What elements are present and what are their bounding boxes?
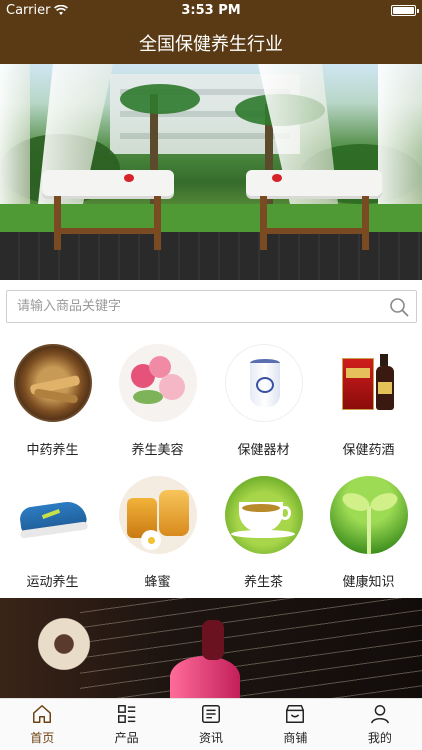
category-knowledge[interactable]: 健康知识 <box>316 476 421 590</box>
category-label: 养生茶 <box>243 575 283 590</box>
tab-label: 资讯 <box>199 731 224 745</box>
curtain-left <box>0 64 30 204</box>
category-beauty[interactable]: 养生美容 <box>105 344 210 458</box>
flower-beauty-image <box>118 344 197 422</box>
promo-banner[interactable] <box>0 598 422 698</box>
massage-bed-left <box>42 170 174 250</box>
tab-label: 我的 <box>367 731 392 745</box>
tea-cup-image <box>224 476 303 554</box>
search-input[interactable] <box>7 291 382 322</box>
guzheng-strings <box>80 598 422 698</box>
tab-news[interactable]: 资讯 <box>169 699 253 750</box>
tab-bar: 首页 产品 资讯 商铺 我的 <box>0 698 422 750</box>
pink-figure <box>170 656 240 698</box>
category-honey[interactable]: 蜂蜜 <box>105 476 210 590</box>
category-label: 蜂蜜 <box>144 575 171 590</box>
store-icon <box>286 705 305 723</box>
search-bar <box>6 290 417 323</box>
tab-products[interactable]: 产品 <box>84 699 168 750</box>
category-herbal[interactable]: 中药养生 <box>0 344 105 458</box>
flower-decoration <box>272 174 282 182</box>
flower-decoration <box>34 614 94 674</box>
sneaker-image <box>13 476 92 554</box>
tab-store[interactable]: 商铺 <box>253 699 337 750</box>
category-label: 保健药酒 <box>342 443 395 458</box>
home-icon <box>33 705 52 723</box>
category-wine[interactable]: 保健药酒 <box>316 344 421 458</box>
status-bar: Carrier 3:53 PM <box>0 0 422 22</box>
category-sports[interactable]: 运动养生 <box>0 476 105 590</box>
category-label: 保健器材 <box>237 443 290 458</box>
banner-carousel[interactable] <box>0 64 422 280</box>
tab-label: 商铺 <box>283 731 308 745</box>
tab-label: 首页 <box>30 731 55 745</box>
curtain-right <box>378 64 422 204</box>
flower-decoration <box>124 174 134 182</box>
status-time: 3:53 PM <box>181 3 241 18</box>
category-label: 运动养生 <box>26 575 79 590</box>
tab-home[interactable]: 首页 <box>0 699 84 750</box>
palm-frond <box>120 84 200 114</box>
user-icon <box>370 705 389 724</box>
search-icon[interactable] <box>382 290 416 323</box>
category-label: 养生美容 <box>131 443 184 458</box>
figure-head <box>202 620 224 660</box>
category-tea[interactable]: 养生茶 <box>211 476 316 590</box>
honey-jar-image <box>118 476 197 554</box>
tab-profile[interactable]: 我的 <box>338 699 422 750</box>
product-grid-icon <box>117 705 135 723</box>
page-title: 全国保健养生行业 <box>139 34 283 55</box>
category-label: 中药养生 <box>26 443 79 458</box>
news-icon <box>202 705 220 723</box>
nav-bar: 全国保健养生行业 <box>0 22 422 64</box>
category-label: 健康知识 <box>342 575 395 590</box>
herbal-medicine-image <box>13 344 92 422</box>
sprout-image <box>329 476 408 554</box>
category-equipment[interactable]: 保健器材 <box>211 344 316 458</box>
porcelain-jar-image <box>224 344 303 422</box>
battery-icon <box>391 5 419 16</box>
medicinal-wine-image <box>329 344 408 422</box>
massage-bed-right <box>246 170 382 250</box>
tab-label: 产品 <box>114 731 139 745</box>
